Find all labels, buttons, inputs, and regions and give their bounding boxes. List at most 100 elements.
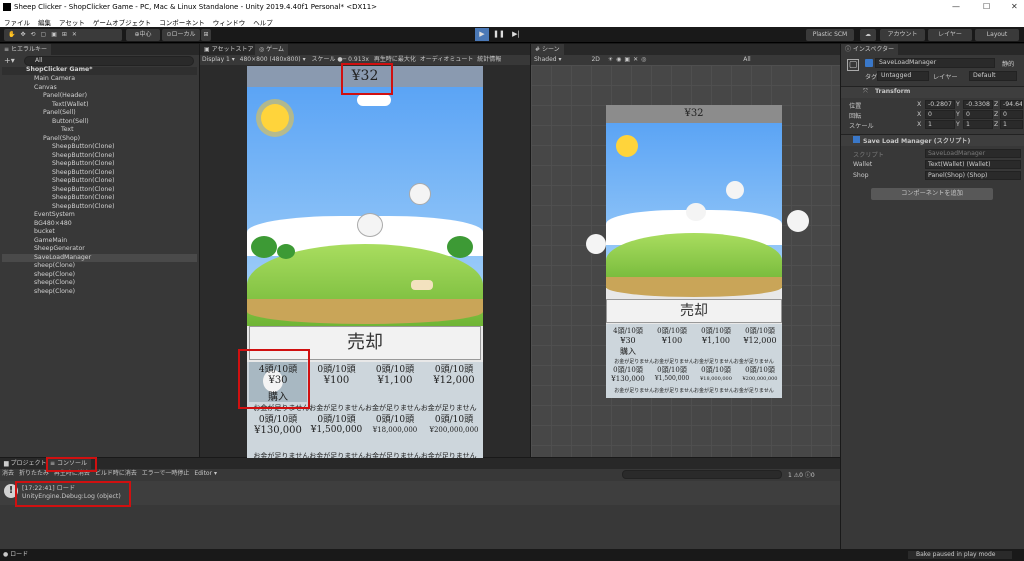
minimize-button[interactable]: — <box>952 2 960 11</box>
static-checkbox[interactable]: 静的 <box>1002 59 1014 68</box>
hier-item[interactable]: SheepButton(Clone) <box>52 152 115 159</box>
scale-z-field[interactable]: 1 <box>1000 120 1023 129</box>
pos-x-field[interactable]: -0.2807 <box>925 100 955 109</box>
tab-asset-store[interactable]: ▣ アセットストア <box>200 44 257 55</box>
hier-item[interactable]: Panel(Sell) <box>43 109 76 116</box>
hier-item[interactable]: sheep(Clone) <box>34 262 75 269</box>
menu-component[interactable]: コンポーネント <box>159 17 205 27</box>
hier-item[interactable]: sheep(Clone) <box>34 288 75 295</box>
scale-y-field[interactable]: 1 <box>963 120 993 129</box>
shop-item-5[interactable]: 0頭/10頭 ¥1,500,000 <box>308 412 365 442</box>
hier-item[interactable]: Text(Wallet) <box>52 101 89 108</box>
menu-file[interactable]: ファイル <box>4 17 30 27</box>
shop-item-7[interactable]: 0頭/10頭 ¥200,000,000 <box>425 412 483 442</box>
scale-value[interactable]: 0.913x <box>348 56 369 63</box>
hier-item[interactable]: SheepButton(Clone) <box>52 194 115 201</box>
hier-item[interactable]: SheepGenerator <box>34 245 85 252</box>
mode-2d-toggle[interactable]: 2D <box>591 56 599 63</box>
hier-item[interactable]: SheepButton(Clone) <box>52 143 115 150</box>
menu-assets[interactable]: アセット <box>59 17 85 27</box>
clear-on-build-button[interactable]: ビルド時に消去 <box>95 470 137 477</box>
rot-z-field[interactable]: 0 <box>1000 110 1023 119</box>
menu-window[interactable]: ウィンドウ <box>213 17 246 27</box>
scene-tools-icon[interactable]: ☀◉▣✕◎ <box>608 56 650 63</box>
pos-y-field[interactable]: -0.3308 <box>963 100 993 109</box>
transform-header[interactable]: Transform <box>875 88 910 95</box>
shop-item-3[interactable]: 0頭/10頭 ¥12,000 <box>425 362 483 402</box>
maximize-button[interactable]: ☐ <box>983 2 990 11</box>
hier-item[interactable]: SheepButton(Clone) <box>52 203 115 210</box>
hier-item[interactable]: sheep(Clone) <box>34 271 75 278</box>
display-dropdown[interactable]: Display 1 <box>202 56 230 63</box>
tab-scene[interactable]: # シーン <box>531 44 564 55</box>
cloud-icon[interactable]: ☁ <box>860 29 876 41</box>
component-enabled-checkbox[interactable] <box>853 136 860 143</box>
hier-item[interactable]: SheepButton(Clone) <box>52 169 115 176</box>
stats-toggle[interactable]: 統計情報 <box>477 56 501 63</box>
hier-item-scene[interactable]: ShopClicker Game* <box>26 66 92 73</box>
local-global-toggle[interactable]: ⊙ローカル <box>162 29 200 41</box>
editor-dropdown[interactable]: Editor ▾ <box>194 470 217 477</box>
rot-y-field[interactable]: 0 <box>963 110 993 119</box>
close-button[interactable]: ✕ <box>1011 2 1018 11</box>
hier-item[interactable]: SheepButton(Clone) <box>52 160 115 167</box>
hier-item[interactable]: sheep(Clone) <box>34 279 75 286</box>
collapse-button[interactable]: 折りたたみ <box>19 470 49 477</box>
hier-item[interactable]: Panel(Header) <box>43 92 87 99</box>
layout-dropdown[interactable]: Layout <box>975 29 1019 41</box>
play-button[interactable]: ▶ <box>475 28 489 41</box>
hier-item[interactable]: bucket <box>34 228 55 235</box>
error-pause-button[interactable]: エラーで一時停止 <box>142 470 190 477</box>
hier-item[interactable]: SheepButton(Clone) <box>52 186 115 193</box>
hier-item[interactable]: Main Camera <box>34 75 75 82</box>
pause-button[interactable]: ❚❚ <box>492 28 506 41</box>
hier-item[interactable]: SheepButton(Clone) <box>52 177 115 184</box>
hier-item[interactable]: EventSystem <box>34 211 75 218</box>
component-header[interactable]: Save Load Manager (スクリプト) <box>863 136 970 145</box>
sheep-icon[interactable] <box>409 183 431 205</box>
account-dropdown[interactable]: アカウント <box>880 29 925 41</box>
resolution-dropdown[interactable]: 480×800 (480x800) <box>240 56 301 63</box>
pos-z-field[interactable]: -94.646 <box>1000 100 1023 109</box>
sheep-icon[interactable] <box>357 213 383 237</box>
console-search[interactable] <box>622 470 782 479</box>
plastic-scm-button[interactable]: Plastic SCM <box>806 29 854 41</box>
hier-item[interactable]: Text <box>61 126 74 133</box>
menu-help[interactable]: ヘルプ <box>253 17 273 27</box>
shop-item-1[interactable]: 0頭/10頭 ¥100 <box>308 362 365 402</box>
add-component-button[interactable]: コンポーネントを追加 <box>871 188 993 200</box>
tab-game[interactable]: ◎ ゲーム <box>255 44 288 55</box>
step-button[interactable]: ▶| <box>509 28 523 41</box>
clear-button[interactable]: 消去 <box>2 470 14 477</box>
hier-item[interactable]: Panel(Shop) <box>43 135 80 142</box>
name-field[interactable]: SaveLoadManager <box>875 58 995 68</box>
mute-audio[interactable]: オーディオミュート <box>420 56 474 63</box>
menu-edit[interactable]: 編集 <box>38 17 51 27</box>
shaded-dropdown[interactable]: Shaded <box>534 56 557 63</box>
transform-tools[interactable]: ✋✥⟲▢▣⊞✕ <box>4 29 122 41</box>
hier-item[interactable]: Button(Sell) <box>52 118 89 125</box>
hier-item[interactable]: Canvas <box>34 84 57 91</box>
shop-item-4[interactable]: 0頭/10頭 ¥130,000 <box>249 412 307 442</box>
hier-item[interactable]: BG480×480 <box>34 220 72 227</box>
active-checkbox[interactable] <box>865 59 873 67</box>
maximize-on-play[interactable]: 再生時に最大化 <box>374 56 416 63</box>
hier-item[interactable]: GameMain <box>34 237 67 244</box>
tab-inspector[interactable]: ⓘ インスペクター <box>841 44 899 55</box>
layers-dropdown[interactable]: レイヤー <box>928 29 972 41</box>
layer-dropdown[interactable]: Default <box>969 71 1017 81</box>
shop-field[interactable]: Panel(Shop) (Shop) <box>925 171 1021 180</box>
shop-item-6[interactable]: 0頭/10頭 ¥18,000,000 <box>366 412 424 442</box>
tag-dropdown[interactable]: Untagged <box>877 71 929 81</box>
wallet-field[interactable]: Text(Wallet) (Wallet) <box>925 160 1021 169</box>
scale-x-field[interactable]: 1 <box>925 120 955 129</box>
pivot-center-toggle[interactable]: ⊕中心 <box>126 29 160 41</box>
menu-gameobject[interactable]: ゲームオブジェクト <box>93 17 151 27</box>
shop-item-2[interactable]: 0頭/10頭 ¥1,100 <box>366 362 424 402</box>
snap-icon[interactable]: ⊞ <box>201 29 211 41</box>
hier-item-selected[interactable]: SaveLoadManager <box>34 254 91 261</box>
scene-search[interactable]: All <box>743 56 750 63</box>
rot-x-field[interactable]: 0 <box>925 110 955 119</box>
tab-project[interactable]: ▆ プロジェクト <box>0 458 51 469</box>
info-count[interactable]: 1 <box>788 472 792 479</box>
